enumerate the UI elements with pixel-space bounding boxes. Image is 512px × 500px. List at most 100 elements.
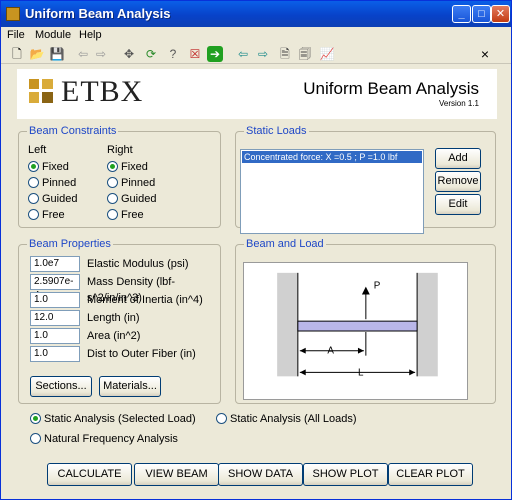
length-field[interactable]: 12.0 bbox=[30, 310, 80, 326]
clear-plot-button[interactable]: CLEAR PLOT bbox=[388, 463, 473, 486]
app-window: Uniform Beam Analysis _ □ ✕ File Module … bbox=[0, 0, 512, 500]
static-all-radio[interactable]: Static Analysis (All Loads) bbox=[216, 413, 357, 425]
logo-text: ETBX bbox=[61, 75, 144, 108]
back-arrow-icon[interactable]: ⇦ bbox=[75, 46, 91, 62]
field-label: Elastic Modulus (psi) bbox=[87, 258, 189, 270]
remove-load-button[interactable]: Remove bbox=[435, 171, 481, 192]
save-icon[interactable]: 💾 bbox=[49, 46, 65, 62]
edit-load-button[interactable]: Edit bbox=[435, 194, 481, 215]
materials-button[interactable]: Materials... bbox=[99, 376, 161, 397]
help-icon[interactable]: ? bbox=[165, 46, 181, 62]
show-data-button[interactable]: SHOW DATA bbox=[218, 463, 303, 486]
minimize-button[interactable]: _ bbox=[452, 5, 471, 23]
beam-diagram: P A L bbox=[243, 262, 468, 400]
calculate-button[interactable]: CALCULATE bbox=[47, 463, 132, 486]
left-free-radio[interactable]: Free bbox=[28, 209, 65, 221]
group-title: Beam Properties bbox=[27, 238, 113, 250]
field-label: Dist to Outer Fiber (in) bbox=[87, 348, 196, 360]
left-guided-radio[interactable]: Guided bbox=[28, 193, 77, 205]
radio-dot bbox=[30, 413, 41, 424]
title-bar[interactable]: Uniform Beam Analysis _ □ ✕ bbox=[1, 1, 511, 27]
menu-help[interactable]: Help bbox=[79, 29, 102, 41]
natural-frequency-radio[interactable]: Natural Frequency Analysis bbox=[30, 433, 178, 445]
view-beam-button[interactable]: VIEW BEAM bbox=[134, 463, 219, 486]
move-icon[interactable]: ✥ bbox=[121, 46, 137, 62]
mass-density-field[interactable]: 2.5907e-4 bbox=[30, 274, 80, 301]
add-load-button[interactable]: Add bbox=[435, 148, 481, 169]
maximize-button[interactable]: □ bbox=[472, 5, 491, 23]
dim-l-arrow-right bbox=[409, 369, 416, 376]
dim-a-arrow-right bbox=[357, 347, 364, 354]
left-column-label: Left bbox=[28, 144, 47, 156]
action-bar: CALCULATE VIEW BEAM SHOW DATA SHOW PLOT … bbox=[1, 456, 511, 500]
menu-bar: File Module Help bbox=[1, 27, 511, 44]
left-pinned-radio[interactable]: Pinned bbox=[28, 177, 76, 189]
right-arrow-icon[interactable]: ⇨ bbox=[255, 46, 271, 62]
run-icon[interactable]: ➔ bbox=[207, 46, 223, 62]
beam-properties-group: Beam Properties 1.0e7 Elastic Modulus (p… bbox=[18, 238, 221, 404]
load-arrowhead bbox=[361, 286, 370, 295]
forward-arrow-icon[interactable]: ⇨ bbox=[93, 46, 109, 62]
group-title: Static Loads bbox=[244, 125, 309, 137]
chart-icon[interactable]: 📈 bbox=[319, 46, 335, 62]
document-icon[interactable]: 🗎 bbox=[277, 46, 293, 62]
show-plot-button[interactable]: SHOW PLOT bbox=[303, 463, 388, 486]
field-label: Length (in) bbox=[87, 312, 140, 324]
radio-dot bbox=[30, 433, 41, 444]
group-title: Beam and Load bbox=[244, 238, 326, 250]
version-label: Version 1.1 bbox=[438, 99, 479, 108]
static-loads-group: Static Loads Concentrated force: X =0.5 … bbox=[235, 125, 496, 234]
dist-outer-fiber-field[interactable]: 1.0 bbox=[30, 346, 80, 362]
left-arrow-icon[interactable]: ⇦ bbox=[235, 46, 251, 62]
right-free-radio[interactable]: Free bbox=[107, 209, 144, 221]
etbx-logo-icon bbox=[29, 79, 53, 103]
moment-of-inertia-field[interactable]: 1.0 bbox=[30, 292, 80, 308]
menu-file[interactable]: File bbox=[7, 29, 25, 41]
field-label: Area (in^2) bbox=[87, 330, 141, 342]
radio-dot bbox=[107, 193, 118, 204]
app-heading: Uniform Beam Analysis bbox=[303, 79, 479, 98]
radio-dot bbox=[28, 209, 39, 220]
beam-constraints-group: Beam Constraints Left Right Fixed Pinned… bbox=[18, 125, 221, 228]
radio-dot bbox=[107, 177, 118, 188]
toolbar: 🗋 📂 💾 ⇦ ⇨ ✥ ⟳ ? ☒ ➔ ⇦ ⇨ 🗎 🗐 📈 × bbox=[1, 44, 511, 64]
radio-dot bbox=[107, 161, 118, 172]
field-label: Moment of Inertia (in^4) bbox=[87, 294, 203, 306]
right-wall bbox=[417, 272, 438, 377]
copy-icon[interactable]: 🗐 bbox=[297, 46, 313, 62]
right-fixed-radio[interactable]: Fixed bbox=[107, 161, 148, 173]
list-item[interactable]: Concentrated force: X =0.5 ; P =1.0 lbf bbox=[242, 151, 422, 163]
dim-a-arrow-left bbox=[299, 347, 306, 354]
dim-l-arrow-left bbox=[299, 369, 306, 376]
right-column-label: Right bbox=[107, 144, 133, 156]
delete-icon[interactable]: ☒ bbox=[187, 46, 203, 62]
right-guided-radio[interactable]: Guided bbox=[107, 193, 156, 205]
right-pinned-radio[interactable]: Pinned bbox=[107, 177, 155, 189]
sections-button[interactable]: Sections... bbox=[30, 376, 92, 397]
static-selected-radio[interactable]: Static Analysis (Selected Load) bbox=[30, 413, 196, 425]
window-title: Uniform Beam Analysis bbox=[25, 6, 171, 21]
radio-dot bbox=[28, 193, 39, 204]
radio-dot bbox=[28, 177, 39, 188]
close-toolbar-icon[interactable]: × bbox=[477, 46, 493, 62]
new-file-icon[interactable]: 🗋 bbox=[9, 46, 25, 62]
beam-and-load-group: Beam and Load P A L bbox=[235, 238, 496, 404]
radio-dot bbox=[216, 413, 227, 424]
beam bbox=[297, 320, 418, 332]
app-icon bbox=[6, 7, 20, 21]
open-folder-icon[interactable]: 📂 bbox=[29, 46, 45, 62]
refresh-icon[interactable]: ⟳ bbox=[143, 46, 159, 62]
close-button[interactable]: ✕ bbox=[491, 5, 510, 23]
load-label: P bbox=[374, 281, 381, 292]
dim-l-label: L bbox=[358, 367, 364, 378]
radio-dot bbox=[107, 209, 118, 220]
left-fixed-radio[interactable]: Fixed bbox=[28, 161, 69, 173]
area-field[interactable]: 1.0 bbox=[30, 328, 80, 344]
radio-dot bbox=[28, 161, 39, 172]
elastic-modulus-field[interactable]: 1.0e7 bbox=[30, 256, 80, 272]
group-title: Beam Constraints bbox=[27, 125, 119, 137]
dim-a-label: A bbox=[327, 346, 334, 357]
left-wall bbox=[277, 272, 298, 377]
menu-module[interactable]: Module bbox=[35, 29, 71, 41]
loads-list[interactable]: Concentrated force: X =0.5 ; P =1.0 lbf bbox=[240, 149, 424, 234]
